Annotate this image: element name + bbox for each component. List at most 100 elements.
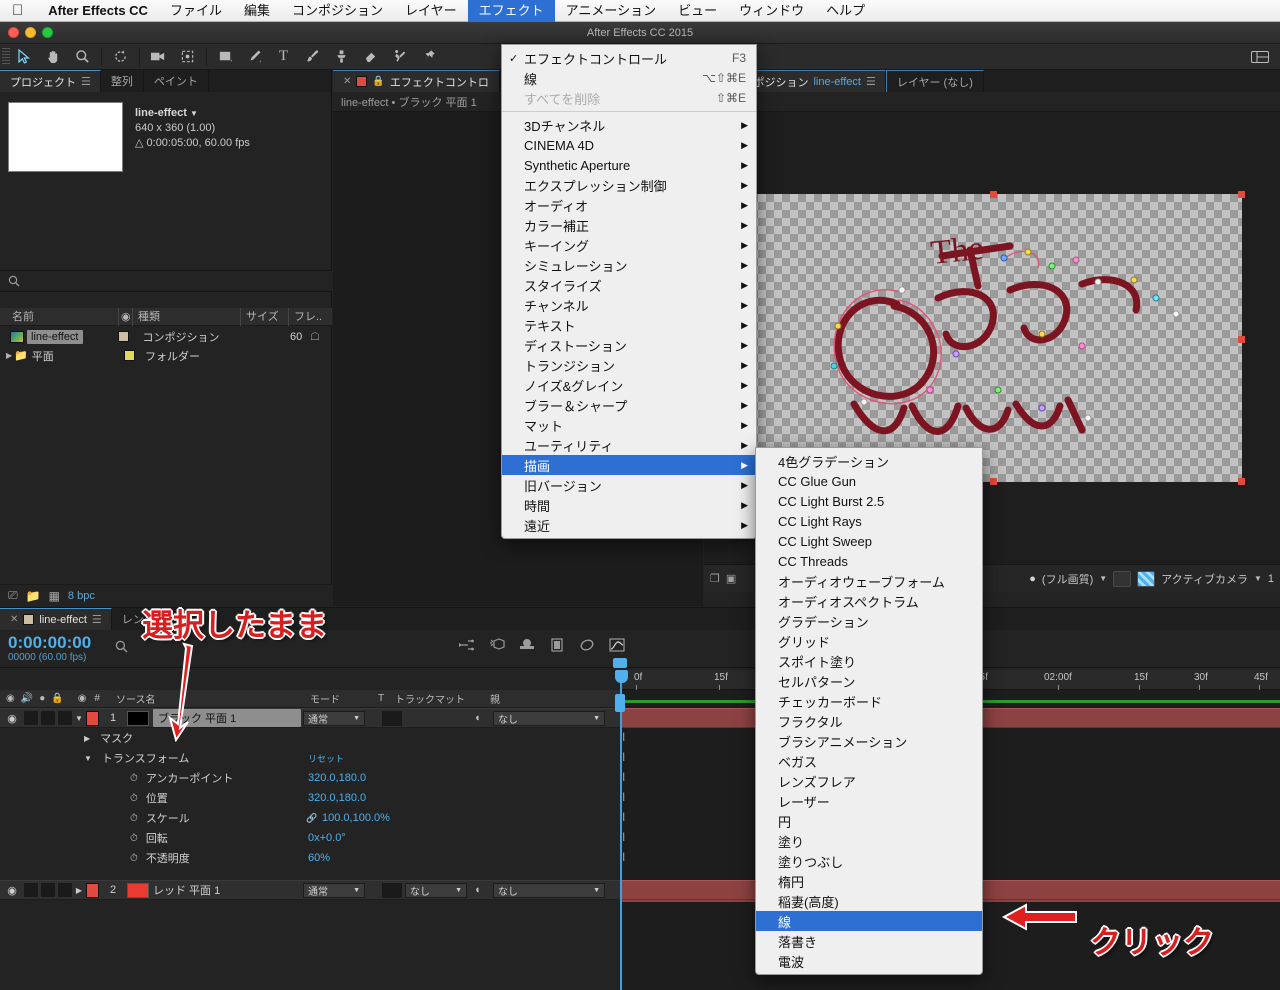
generate-submenu[interactable]: 4色グラデーション CC Glue Gun CC Light Burst 2.5… <box>755 447 983 975</box>
solo-toggle[interactable] <box>41 711 55 725</box>
brainstorm-icon[interactable] <box>579 638 595 657</box>
submenu-item-eyedropper-fill[interactable]: スポイト塗り <box>756 651 982 671</box>
new-footage-icon[interactable]: ▦ <box>49 589 60 603</box>
column-source-name[interactable]: ソース名 <box>100 691 156 706</box>
submenu-item-cc-glue-gun[interactable]: CC Glue Gun <box>756 471 982 491</box>
column-parent[interactable]: 親 <box>490 691 500 706</box>
label-swatch[interactable] <box>117 331 129 342</box>
roto-brush-tool-icon[interactable] <box>385 45 414 69</box>
property-value[interactable]: 60% <box>308 852 330 864</box>
submenu-item-cc-light-sweep[interactable]: CC Light Sweep <box>756 531 982 551</box>
column-mode[interactable]: モード <box>310 691 340 706</box>
composition-canvas[interactable]: The <box>739 191 1245 485</box>
column-size[interactable]: サイズ <box>240 307 288 326</box>
views-label[interactable]: 1 <box>1268 573 1274 585</box>
column-t[interactable]: T <box>378 693 384 704</box>
channel-icon[interactable]: ● <box>1029 573 1036 585</box>
menu-after-effects[interactable]: After Effects CC <box>37 0 159 22</box>
menu-composition[interactable]: コンポジション <box>281 0 394 22</box>
selection-tool-icon[interactable] <box>10 45 39 69</box>
eraser-tool-icon[interactable] <box>356 45 385 69</box>
menu-item-simulation[interactable]: シミュレーション ▶ <box>502 255 756 275</box>
chevron-down-icon[interactable]: ▼ <box>1099 574 1107 583</box>
menu-file[interactable]: ファイル <box>159 0 233 22</box>
timeline-search-input[interactable] <box>115 640 128 656</box>
submenu-item-circle[interactable]: 円 <box>756 811 982 831</box>
menu-item-generate[interactable]: 描画 ▶ <box>502 455 756 475</box>
submenu-item-checkerboard[interactable]: チェッカーボード <box>756 691 982 711</box>
menu-item-distort[interactable]: ディストーション ▶ <box>502 335 756 355</box>
property-value[interactable]: 320.0,180.0 <box>308 772 366 784</box>
menu-item-transition[interactable]: トランジション ▶ <box>502 355 756 375</box>
twirl-arrow-icon[interactable]: ▶ <box>0 351 12 360</box>
column-index[interactable]: # <box>86 693 100 704</box>
workspace-icon[interactable] <box>1245 45 1274 69</box>
submenu-item-gradient-ramp[interactable]: グラデーション <box>756 611 982 631</box>
menu-layer[interactable]: レイヤー <box>394 0 468 22</box>
property-row-transform[interactable]: ▼ トランスフォーム リセット <box>0 748 620 768</box>
tab-align[interactable]: 整列 <box>100 70 144 92</box>
panel-grip[interactable] <box>2 47 10 66</box>
layer-label-color[interactable] <box>86 710 99 726</box>
submenu-item-cc-light-rays[interactable]: CC Light Rays <box>756 511 982 531</box>
submenu-item-scribble[interactable]: 落書き <box>756 931 982 951</box>
hand-tool-icon[interactable] <box>39 45 68 69</box>
menu-effect[interactable]: エフェクト <box>467 0 555 22</box>
menu-item-time[interactable]: 時間 ▶ <box>502 495 756 515</box>
region-of-interest-icon[interactable] <box>1113 570 1132 587</box>
layer-mode-dropdown[interactable]: 通常 ▼ <box>303 882 365 898</box>
property-twirl-icon[interactable]: ▶ <box>84 734 90 743</box>
menu-item-noise-grain[interactable]: ノイズ&グレイン ▶ <box>502 375 756 395</box>
layer-twirl-icon[interactable]: ▼ <box>72 714 86 723</box>
current-timecode[interactable]: 0:00:00:00 <box>8 633 91 653</box>
label-swatch[interactable] <box>124 350 135 361</box>
property-row-scale[interactable]: ⏱ スケール 🔗 100.0,100.0% <box>0 808 620 828</box>
layer-name[interactable]: レッド 平面 1 <box>153 882 301 898</box>
project-row-line-effect[interactable]: line-effect コンポジション 60 ☖ <box>0 327 332 346</box>
project-search-input[interactable] <box>0 270 332 292</box>
table-row[interactable]: ◉ ▼ 1 ブラック 平面 1 通常 ▼ ◖ なし ▼ <box>0 708 620 728</box>
menu-item-expression-controls[interactable]: エクスプレッション制御 ▶ <box>502 175 756 195</box>
track-matte-swatch[interactable] <box>382 710 402 726</box>
audio-toggle[interactable] <box>24 711 38 725</box>
parent-pickwhip-icon[interactable]: ◖ <box>474 884 481 896</box>
menu-item-text[interactable]: テキスト ▶ <box>502 315 756 335</box>
menu-animation[interactable]: アニメーション <box>555 0 667 22</box>
resolution-label[interactable]: (フル画質) <box>1042 571 1093 587</box>
link-icon[interactable]: 🔗 <box>306 813 317 824</box>
chevron-down-icon[interactable]: ▼ <box>1254 574 1262 583</box>
menu-item-matte[interactable]: マット ▶ <box>502 415 756 435</box>
lock-toggle[interactable] <box>58 711 72 725</box>
menu-item-effect-controls[interactable]: ✓ エフェクトコントロール F3 <box>502 48 756 68</box>
property-value[interactable]: 320.0,180.0 <box>308 792 366 804</box>
camera-label[interactable]: アクティブカメラ <box>1161 571 1248 587</box>
hide-shy-layers-icon[interactable] <box>489 638 505 657</box>
property-row-anchor-point[interactable]: ⏱ アンカーポイント 320.0,180.0 <box>0 768 620 788</box>
submenu-item-radio-waves-laser[interactable]: レーザー <box>756 791 982 811</box>
enable-frame-blending-icon[interactable] <box>519 638 535 657</box>
submenu-item-4-color-gradient[interactable]: 4色グラデーション <box>756 451 982 471</box>
tab-timeline-line-effect[interactable]: ✕ line-effect ☰ <box>0 608 112 630</box>
stopwatch-icon[interactable]: ⏱ <box>130 793 138 804</box>
menu-item-perspective[interactable]: 遠近 ▶ <box>502 515 756 535</box>
parent-pickwhip-icon[interactable]: ◖ <box>474 712 481 724</box>
new-comp-icon[interactable]: ⎚ <box>8 588 18 603</box>
tab-effect-controls[interactable]: ✕ 🔒 エフェクトコントロ <box>333 70 500 92</box>
column-name[interactable]: 名前 <box>0 308 118 326</box>
submenu-item-audio-waveform[interactable]: オーディオウェーブフォーム <box>756 571 982 591</box>
menu-item-utility[interactable]: ユーティリティ ▶ <box>502 435 756 455</box>
current-time-indicator-head[interactable] <box>615 670 628 683</box>
close-icon[interactable]: ✕ <box>10 614 18 625</box>
current-time-indicator[interactable] <box>620 670 622 990</box>
video-toggle-icon[interactable]: ◉ <box>0 712 24 725</box>
submenu-item-cc-light-burst[interactable]: CC Light Burst 2.5 <box>756 491 982 511</box>
type-tool-icon[interactable]: T <box>269 45 298 69</box>
menu-view[interactable]: ビュー <box>667 0 728 22</box>
rotation-tool-icon[interactable] <box>106 45 135 69</box>
menu-item-obsolete[interactable]: 旧バージョン ▶ <box>502 475 756 495</box>
layer-parent-dropdown[interactable]: なし ▼ <box>493 882 605 898</box>
menu-item-synthetic-aperture[interactable]: Synthetic Aperture ▶ <box>502 155 756 175</box>
panel-menu-icon[interactable]: ☰ <box>92 613 102 626</box>
menu-item-keying[interactable]: キーイング ▶ <box>502 235 756 255</box>
submenu-item-grid[interactable]: グリッド <box>756 631 982 651</box>
